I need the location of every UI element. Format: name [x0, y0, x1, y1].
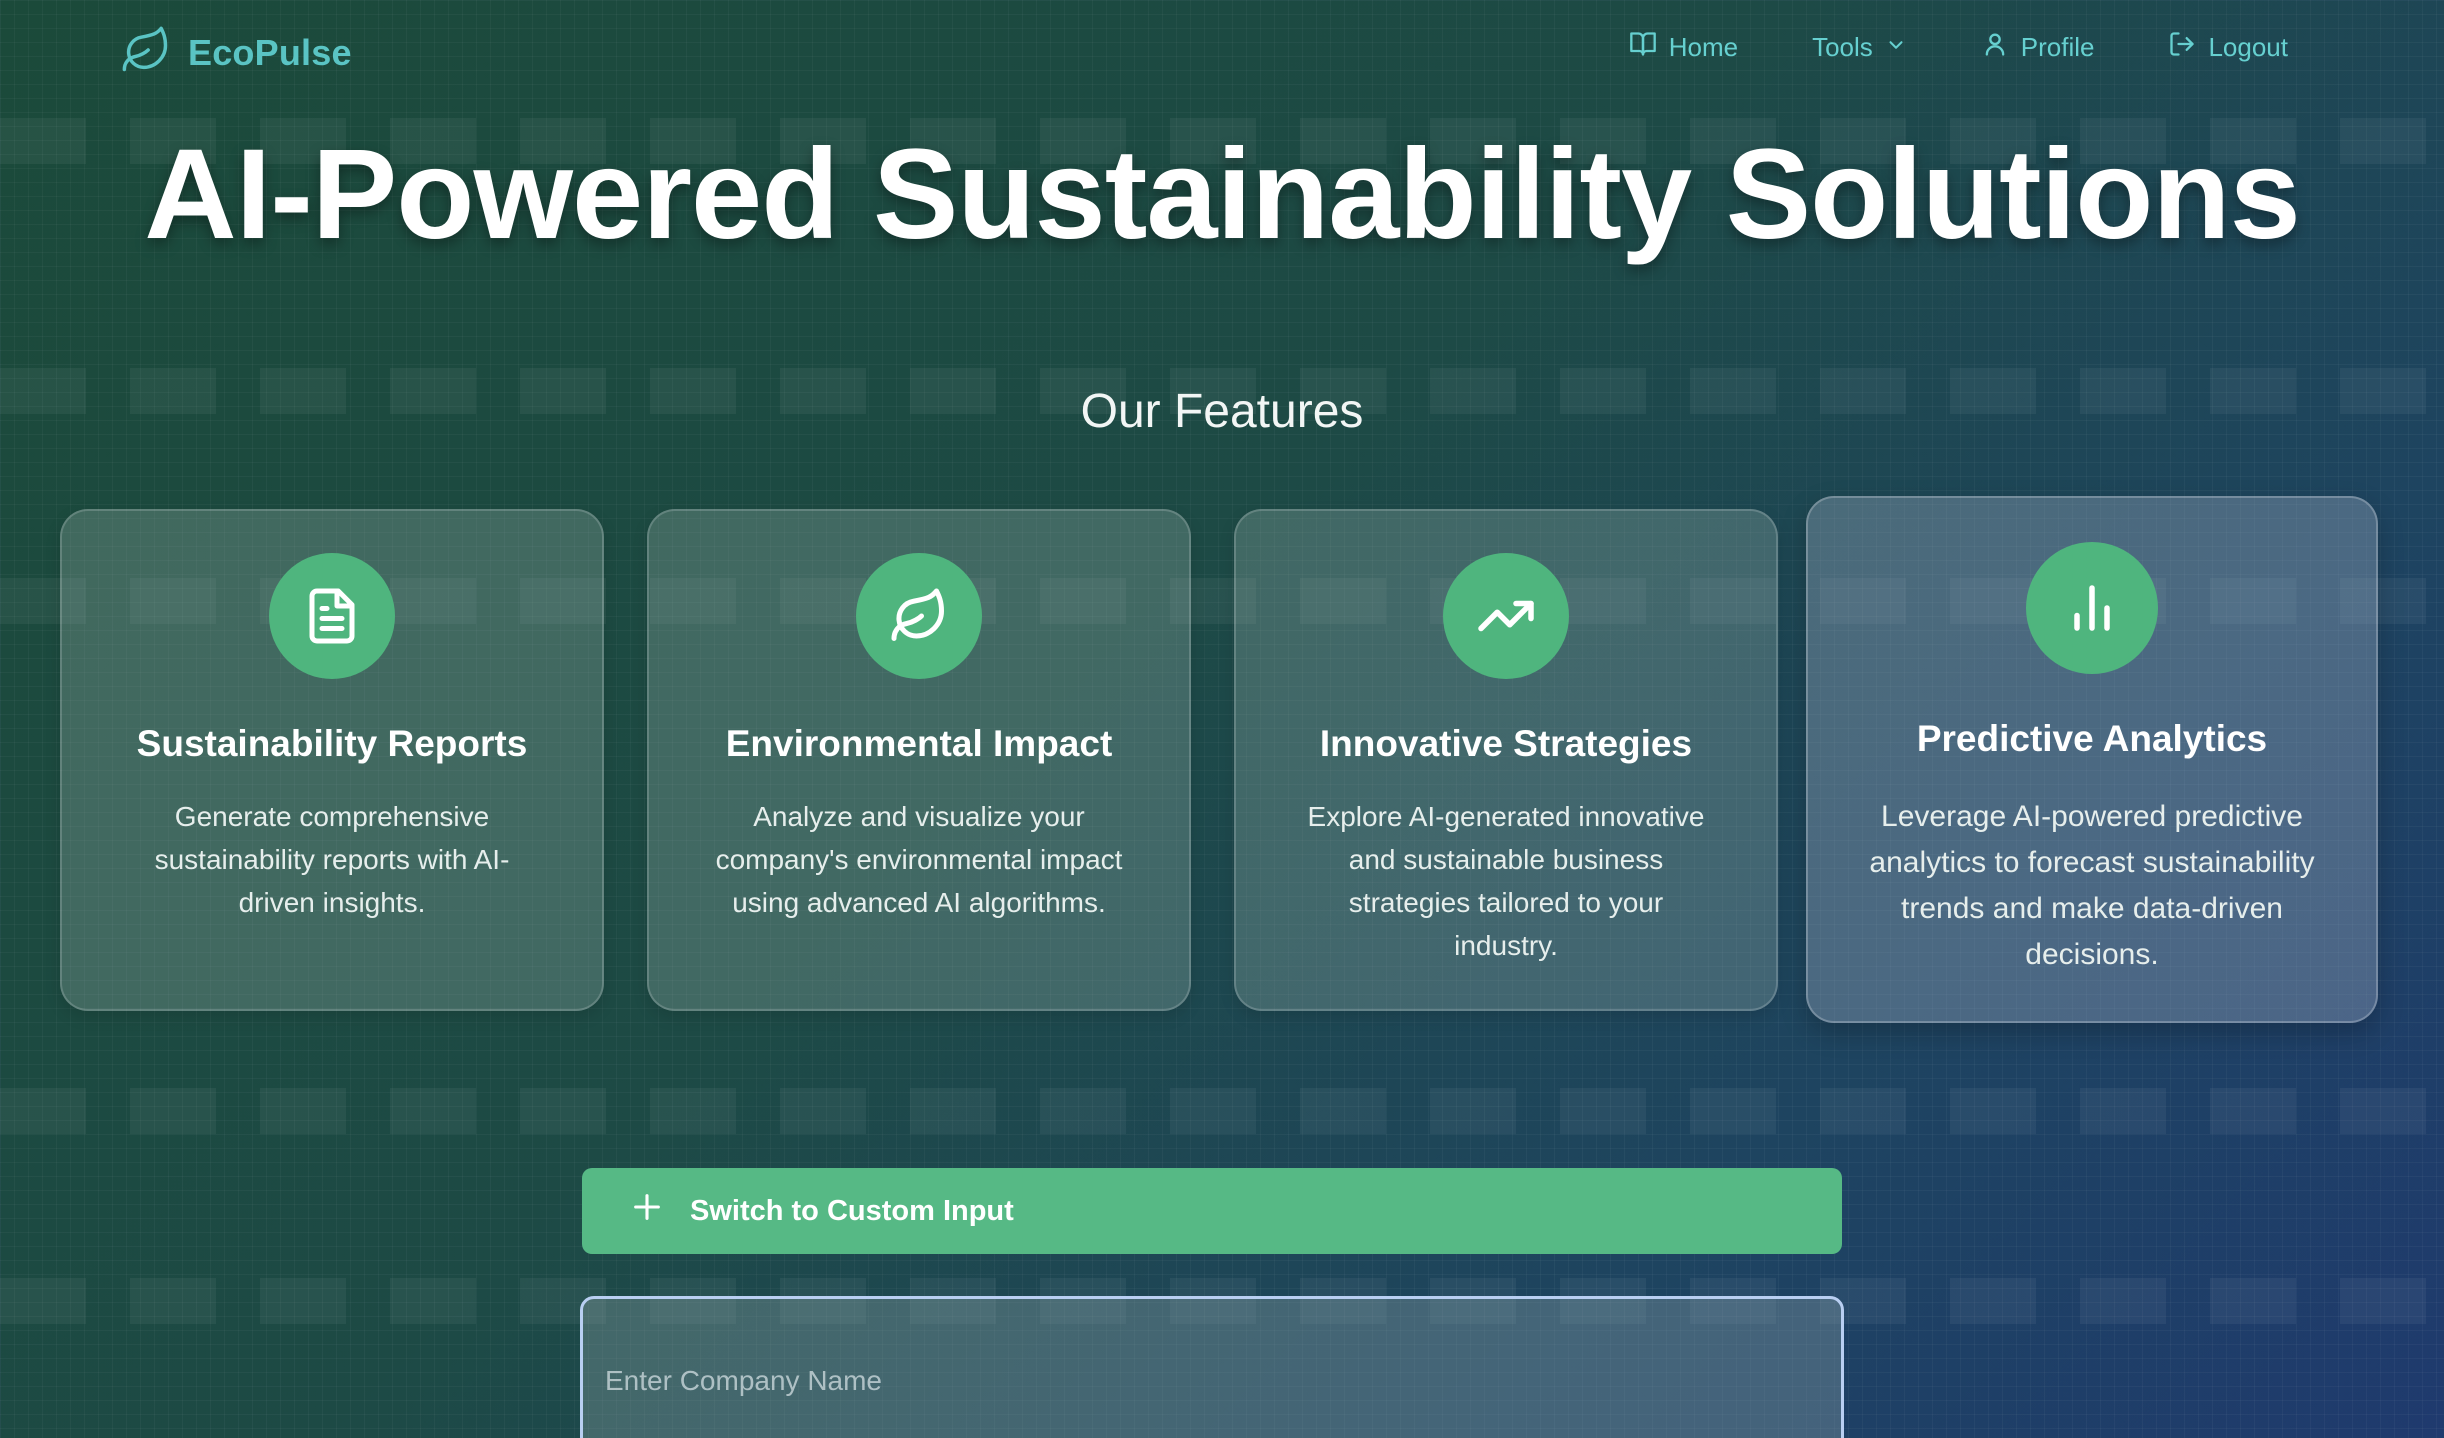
- top-navigation: EcoPulse Home Tools Profile Logout: [0, 0, 2444, 104]
- nav-home-label: Home: [1668, 32, 1739, 62]
- features-heading: Our Features: [1080, 385, 1364, 438]
- switch-button-label: Switch to Custom Input: [690, 1194, 1014, 1227]
- feature-card-environmental-impact[interactable]: Environmental Impact Analyze and visuali…: [647, 509, 1191, 1011]
- nav-links: Home Tools Profile Logout: [1629, 30, 2288, 65]
- brand-name: EcoPulse: [188, 31, 352, 73]
- plus-icon: [630, 1190, 664, 1232]
- feature-description: Analyze and visualize your company's env…: [715, 801, 1123, 918]
- chevron-down-icon: [1885, 32, 1907, 63]
- nav-profile-link[interactable]: Profile: [1981, 30, 2095, 65]
- switch-to-custom-input-button[interactable]: Switch to Custom Input: [582, 1168, 1842, 1254]
- feature-description: Generate comprehensive sustainability re…: [154, 801, 510, 918]
- nav-tools-label: Tools: [1812, 32, 1873, 62]
- document-icon: [269, 553, 395, 679]
- bar-chart-icon: [2026, 542, 2158, 674]
- feature-title: Environmental Impact: [725, 723, 1113, 764]
- leaf-icon: [120, 24, 172, 81]
- company-name-input[interactable]: [580, 1296, 1844, 1438]
- user-icon: [1981, 30, 2009, 65]
- feature-card-sustainability-reports[interactable]: Sustainability Reports Generate comprehe…: [60, 509, 604, 1011]
- nav-home-link[interactable]: Home: [1629, 30, 1738, 65]
- nav-logout-link[interactable]: Logout: [2168, 30, 2288, 65]
- nav-profile-label: Profile: [2020, 32, 2095, 62]
- trending-up-icon: [1443, 553, 1569, 679]
- page: EcoPulse Home Tools Profile Logout AI-Po…: [0, 0, 2444, 1438]
- book-open-icon: [1629, 30, 1657, 65]
- nav-tools-dropdown[interactable]: Tools: [1812, 32, 1907, 63]
- brand-logo-link[interactable]: EcoPulse: [120, 24, 352, 81]
- leaf-icon: [856, 553, 982, 679]
- feature-card-predictive-analytics[interactable]: Predictive Analytics Leverage AI-powered…: [1806, 496, 2378, 1023]
- feature-title: Predictive Analytics: [1916, 718, 2268, 759]
- nav-logout-label: Logout: [2208, 32, 2288, 62]
- feature-title: Innovative Strategies: [1319, 723, 1693, 764]
- feature-card-innovative-strategies[interactable]: Innovative Strategies Explore AI-generat…: [1234, 509, 1778, 1011]
- logout-icon: [2168, 30, 2196, 65]
- feature-description: Explore AI-generated innovative and sust…: [1307, 801, 1705, 961]
- feature-description: Leverage AI-powered predictive analytics…: [1869, 800, 2315, 971]
- hero-title: AI-Powered Sustainability Solutions: [144, 123, 2301, 266]
- feature-title: Sustainability Reports: [136, 723, 528, 764]
